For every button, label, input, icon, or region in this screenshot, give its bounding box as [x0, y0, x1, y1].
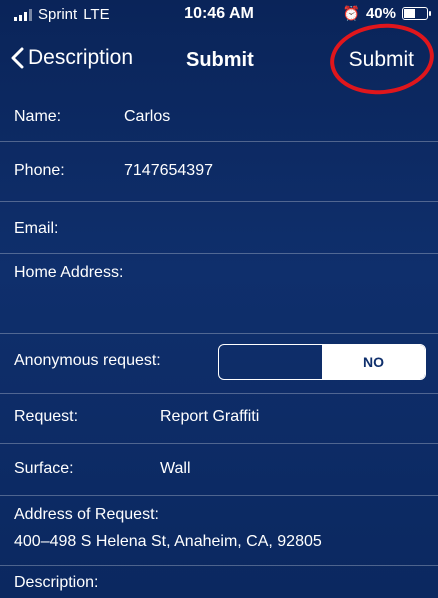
phone-row[interactable]: Phone: 7147654397	[0, 142, 438, 202]
surface-row[interactable]: Surface: Wall	[0, 444, 438, 496]
email-row[interactable]: Email:	[0, 202, 438, 254]
name-label: Name:	[14, 108, 62, 125]
phone-value: 7147654397	[124, 162, 213, 179]
request-row[interactable]: Request: Report Graffiti	[0, 394, 438, 444]
home-address-row[interactable]: Home Address:	[0, 254, 438, 334]
request-address-label: Address of Request:	[14, 506, 159, 523]
description-row[interactable]: Description:	[0, 566, 438, 598]
battery-icon	[402, 7, 431, 20]
battery-percent: 40%	[365, 5, 396, 22]
alarm-icon: ⏰	[342, 5, 360, 21]
form-list: Name: Carlos Phone: 7147654397 Email: Ho…	[0, 90, 438, 598]
request-label: Request:	[14, 408, 79, 425]
back-button[interactable]: Description	[10, 46, 133, 70]
name-value: Carlos	[124, 108, 171, 125]
home-address-label: Home Address:	[14, 264, 124, 281]
email-label: Email:	[14, 220, 59, 237]
screen: Sprint LTE 10:46 AM ⏰ 40% Description Su…	[0, 0, 438, 598]
anonymous-option-no[interactable]: NO	[322, 345, 425, 379]
chevron-left-icon	[11, 47, 24, 69]
request-address-value: 400–498 S Helena St, Anaheim, CA, 92805	[14, 533, 322, 550]
request-address-row[interactable]: Address of Request: 400–498 S Helena St,…	[0, 496, 438, 566]
name-row[interactable]: Name: Carlos	[0, 90, 438, 142]
status-right: ⏰ 40%	[342, 5, 431, 22]
anonymous-row: Anonymous request: NO	[0, 334, 438, 394]
request-value: Report Graffiti	[160, 408, 260, 425]
anonymous-option-yes[interactable]	[219, 345, 322, 379]
anonymous-label: Anonymous request:	[14, 352, 161, 369]
phone-label: Phone:	[14, 162, 65, 179]
back-label: Description	[28, 46, 134, 69]
page-title: Submit	[186, 49, 254, 71]
anonymous-segmented-control[interactable]: NO	[218, 344, 426, 380]
surface-value: Wall	[160, 460, 191, 477]
description-label: Description:	[14, 574, 99, 591]
surface-label: Surface:	[14, 460, 74, 477]
